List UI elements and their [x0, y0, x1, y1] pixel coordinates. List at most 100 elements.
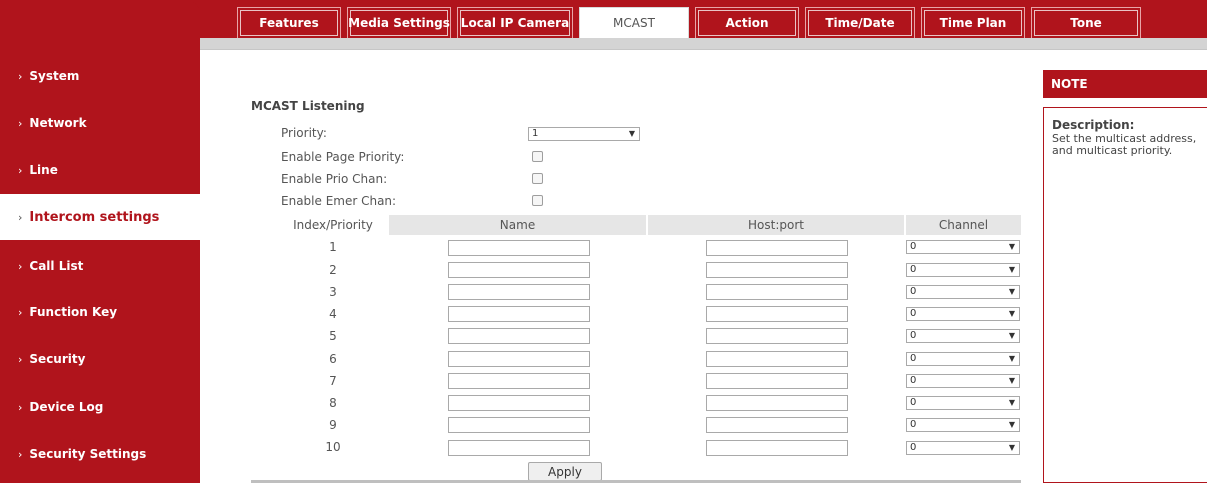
dropdown-arrow-icon: ▼	[1008, 265, 1015, 274]
channel-value: 0	[910, 241, 917, 252]
name-input[interactable]	[448, 440, 590, 456]
name-input[interactable]	[448, 284, 590, 300]
host-port-input[interactable]	[706, 417, 848, 433]
host-port-input[interactable]	[706, 262, 848, 278]
chevron-right-icon: ›	[18, 259, 23, 273]
priority-label: Priority:	[281, 126, 327, 140]
dropdown-arrow-icon: ▼	[1008, 376, 1015, 385]
sidebar-item-label: Device Log	[29, 400, 104, 414]
tab-action[interactable]: Action	[695, 7, 799, 38]
host-port-input[interactable]	[706, 395, 848, 411]
tab-media-settings[interactable]: Media Settings	[347, 7, 451, 38]
sidebar-item-label: Security Settings	[29, 447, 147, 461]
apply-button[interactable]: Apply	[528, 462, 602, 481]
channel-select[interactable]: 0 ▼	[906, 285, 1020, 299]
tab-features[interactable]: Features	[237, 7, 341, 38]
channel-select[interactable]: 0 ▼	[906, 396, 1020, 410]
sidebar-item-line[interactable]: › Line	[0, 147, 200, 193]
sidebar-item-system[interactable]: › System	[0, 53, 200, 99]
tab-underline-bar	[200, 38, 1207, 50]
sidebar-item-security-settings[interactable]: › Security Settings	[0, 431, 200, 477]
header-host-port: Host:port	[648, 215, 904, 235]
host-port-input[interactable]	[706, 240, 848, 256]
name-input[interactable]	[448, 395, 590, 411]
sidebar-item-network[interactable]: › Network	[0, 100, 200, 146]
note-panel: Description: Set the multicast address, …	[1043, 107, 1207, 483]
enable-prio-chan-checkbox[interactable]	[532, 173, 543, 184]
sidebar-item-function-key[interactable]: › Function Key	[0, 289, 200, 335]
name-input[interactable]	[448, 373, 590, 389]
priority-select[interactable]: 1 ▼	[528, 127, 640, 141]
row-index: 4	[329, 307, 337, 321]
channel-select[interactable]: 0 ▼	[906, 352, 1020, 366]
chevron-right-icon: ›	[18, 210, 23, 224]
host-port-input[interactable]	[706, 306, 848, 322]
name-input[interactable]	[448, 262, 590, 278]
host-port-input[interactable]	[706, 440, 848, 456]
channel-select[interactable]: 0 ▼	[906, 441, 1020, 455]
sidebar-item-device-log[interactable]: › Device Log	[0, 384, 200, 430]
tab-local-ip-camera[interactable]: Local IP Camera	[457, 7, 573, 38]
host-port-input[interactable]	[706, 328, 848, 344]
sidebar-item-label: Intercom settings	[29, 209, 160, 225]
row-index: 2	[329, 263, 337, 277]
tab-time-plan[interactable]: Time Plan	[921, 7, 1025, 38]
channel-value: 0	[910, 308, 917, 319]
name-input[interactable]	[448, 328, 590, 344]
tab-mcast[interactable]: MCAST	[579, 7, 689, 38]
dropdown-arrow-icon: ▼	[1008, 287, 1015, 296]
name-input[interactable]	[448, 351, 590, 367]
tab-time-date[interactable]: Time/Date	[805, 7, 915, 38]
row-index: 1	[329, 240, 337, 254]
channel-select[interactable]: 0 ▼	[906, 329, 1020, 343]
row-index: 10	[325, 440, 341, 454]
enable-emer-chan-checkbox[interactable]	[532, 195, 543, 206]
enable-emer-chan-label: Enable Emer Chan:	[281, 194, 397, 208]
note-header: NOTE	[1043, 70, 1207, 98]
row-index: 8	[329, 396, 337, 410]
dropdown-arrow-icon: ▼	[1008, 354, 1015, 363]
chevron-right-icon: ›	[18, 352, 23, 366]
dropdown-arrow-icon: ▼	[1008, 242, 1015, 251]
host-port-input[interactable]	[706, 373, 848, 389]
channel-select[interactable]: 0 ▼	[906, 263, 1020, 277]
dropdown-arrow-icon: ▼	[1008, 309, 1015, 318]
sidebar-item-call-list[interactable]: › Call List	[0, 243, 200, 289]
chevron-right-icon: ›	[18, 400, 23, 414]
tab-tone[interactable]: Tone	[1031, 7, 1141, 38]
header-name: Name	[389, 215, 646, 235]
chevron-right-icon: ›	[18, 163, 23, 177]
name-input[interactable]	[448, 306, 590, 322]
enable-prio-chan-label: Enable Prio Chan:	[281, 172, 388, 186]
sidebar-item-label: Call List	[29, 259, 84, 273]
name-input[interactable]	[448, 240, 590, 256]
sidebar-item-label: Security	[29, 352, 86, 366]
dropdown-arrow-icon: ▼	[1008, 331, 1015, 340]
sidebar-item-security[interactable]: › Security	[0, 336, 200, 382]
header-index-priority: Index/Priority	[281, 215, 385, 235]
host-port-input[interactable]	[706, 351, 848, 367]
row-index: 5	[329, 329, 337, 343]
channel-select[interactable]: 0 ▼	[906, 374, 1020, 388]
chevron-right-icon: ›	[18, 305, 23, 319]
header-channel: Channel	[906, 215, 1021, 235]
channel-value: 0	[910, 330, 917, 341]
channel-select[interactable]: 0 ▼	[906, 307, 1020, 321]
enable-page-priority-checkbox[interactable]	[532, 151, 543, 162]
channel-value: 0	[910, 286, 917, 297]
row-index: 6	[329, 352, 337, 366]
chevron-right-icon: ›	[18, 447, 23, 461]
host-port-input[interactable]	[706, 284, 848, 300]
name-input[interactable]	[448, 417, 590, 433]
row-index: 3	[329, 285, 337, 299]
enable-page-priority-label: Enable Page Priority:	[281, 150, 405, 164]
channel-select[interactable]: 0 ▼	[906, 240, 1020, 254]
sidebar-item-intercom-settings[interactable]: › Intercom settings	[0, 194, 200, 240]
sidebar-item-label: Network	[29, 116, 87, 130]
row-index: 9	[329, 418, 337, 432]
sidebar-item-label: Function Key	[29, 305, 118, 319]
channel-select[interactable]: 0 ▼	[906, 418, 1020, 432]
sidebar-item-label: Line	[29, 163, 58, 177]
channel-value: 0	[910, 353, 917, 364]
dropdown-arrow-icon: ▼	[628, 129, 635, 138]
